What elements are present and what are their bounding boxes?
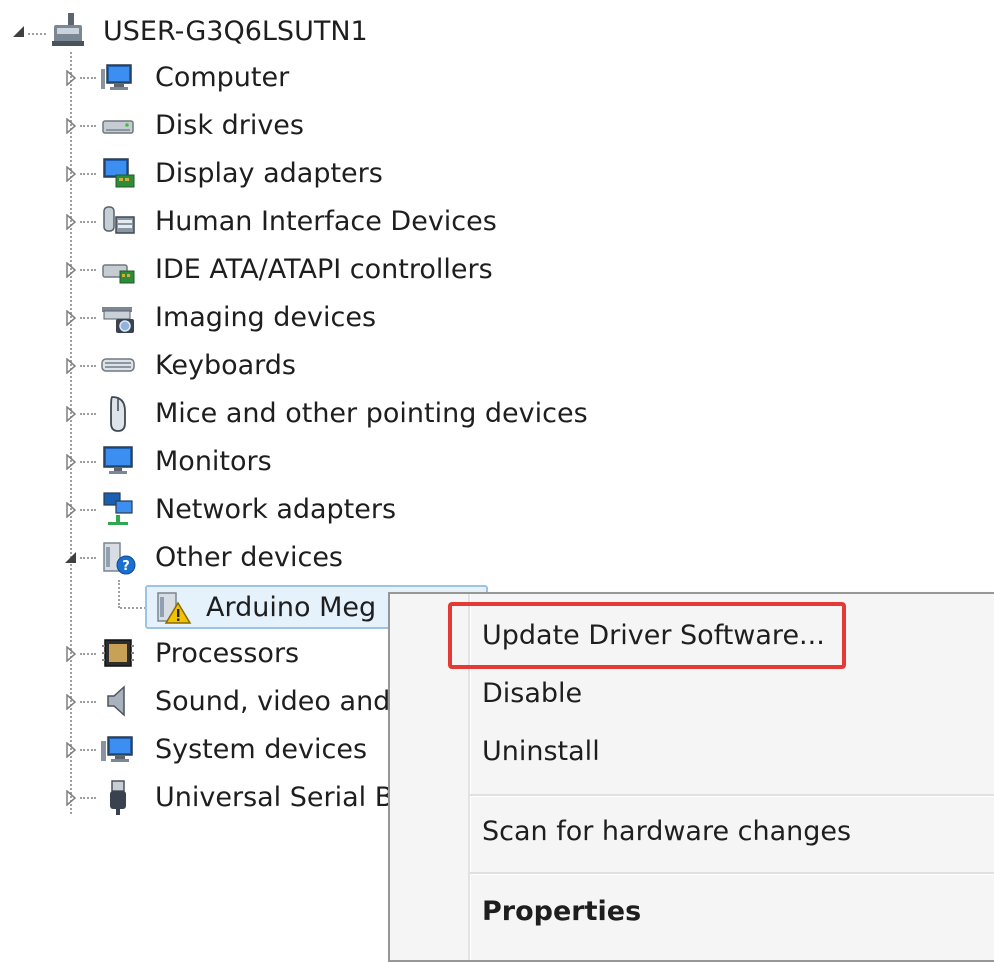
expand-arrow-icon[interactable] — [64, 166, 78, 182]
expand-arrow-icon[interactable] — [64, 406, 78, 422]
expand-arrow-icon[interactable] — [64, 790, 78, 806]
category-label[interactable]: Other devices — [155, 538, 343, 578]
warning-device-icon[interactable] — [152, 587, 192, 627]
tree-connector — [120, 607, 146, 609]
expand-arrow-icon[interactable] — [64, 646, 78, 662]
category-label[interactable]: Computer — [155, 58, 289, 98]
category-label[interactable]: Human Interface Devices — [155, 202, 497, 242]
menu-item-properties[interactable]: Properties — [482, 892, 641, 932]
tree-connector — [80, 509, 96, 511]
category-label[interactable]: Display adapters — [155, 154, 383, 194]
expand-arrow-icon[interactable] — [64, 214, 78, 230]
tree-connector — [80, 797, 96, 799]
collapse-arrow-icon[interactable] — [12, 24, 26, 40]
category-label[interactable]: Disk drives — [155, 106, 304, 146]
tree-connector — [80, 557, 96, 559]
tree-connector — [80, 173, 96, 175]
menu-item-scan-hardware[interactable]: Scan for hardware changes — [482, 812, 851, 852]
root-label[interactable]: USER-G3Q6LSUTN1 — [103, 12, 368, 52]
tree-connector — [80, 749, 96, 751]
computer-root-icon — [52, 13, 84, 46]
tree-connector — [28, 33, 46, 35]
category-label[interactable]: Imaging devices — [155, 298, 376, 338]
tree-connector — [80, 317, 96, 319]
hid-icon — [103, 206, 135, 234]
tree-connector — [80, 461, 96, 463]
expand-arrow-icon[interactable] — [64, 502, 78, 518]
tree-connector — [80, 269, 96, 271]
display-adapter-icon — [103, 158, 135, 188]
collapse-arrow-icon[interactable] — [64, 550, 78, 566]
tree-connector — [80, 221, 96, 223]
menu-separator — [470, 794, 994, 797]
expand-arrow-icon[interactable] — [64, 358, 78, 374]
category-label[interactable]: Universal Serial B — [155, 778, 393, 818]
category-label[interactable]: Mice and other pointing devices — [155, 394, 588, 434]
child-device-label[interactable]: Arduino Meg — [206, 588, 376, 628]
keyboard-icon — [101, 358, 135, 372]
category-label[interactable]: Keyboards — [155, 346, 296, 386]
usb-icon — [110, 780, 126, 815]
tree-connector — [80, 365, 96, 367]
category-label[interactable]: System devices — [155, 730, 367, 770]
expand-arrow-icon[interactable] — [64, 310, 78, 326]
unknown-device-icon: ? — [103, 542, 136, 575]
tree-connector — [80, 701, 96, 703]
processor-icon — [102, 639, 134, 667]
svg-text:?: ? — [122, 559, 130, 574]
speaker-icon — [107, 685, 125, 717]
mouse-icon — [110, 396, 126, 432]
disk-drive-icon — [102, 120, 134, 134]
menu-item-uninstall[interactable]: Uninstall — [482, 732, 600, 772]
tree-connector — [80, 413, 96, 415]
ide-controller-icon — [102, 264, 135, 284]
expand-arrow-icon[interactable] — [64, 262, 78, 278]
expand-arrow-icon[interactable] — [64, 118, 78, 134]
category-label[interactable]: IDE ATA/ATAPI controllers — [155, 250, 493, 290]
expand-arrow-icon[interactable] — [64, 742, 78, 758]
expand-arrow-icon[interactable] — [64, 454, 78, 470]
tree-connector — [80, 77, 96, 79]
category-label[interactable]: Sound, video and — [155, 682, 390, 722]
category-label[interactable]: Network adapters — [155, 490, 396, 530]
network-icon — [103, 492, 133, 525]
tree-connector — [80, 125, 96, 127]
annotation-highlight-box — [448, 602, 846, 669]
computer-icon — [101, 64, 132, 90]
system-icon — [101, 736, 133, 762]
category-label[interactable]: Processors — [155, 634, 299, 674]
expand-arrow-icon[interactable] — [64, 694, 78, 710]
menu-separator — [470, 872, 994, 875]
monitor-icon — [103, 446, 133, 474]
menu-item-disable[interactable]: Disable — [482, 674, 582, 714]
expand-arrow-icon[interactable] — [64, 70, 78, 86]
tree-connector — [80, 653, 96, 655]
tree-connector — [118, 580, 120, 608]
camera-icon — [102, 307, 134, 333]
category-label[interactable]: Monitors — [155, 442, 272, 482]
